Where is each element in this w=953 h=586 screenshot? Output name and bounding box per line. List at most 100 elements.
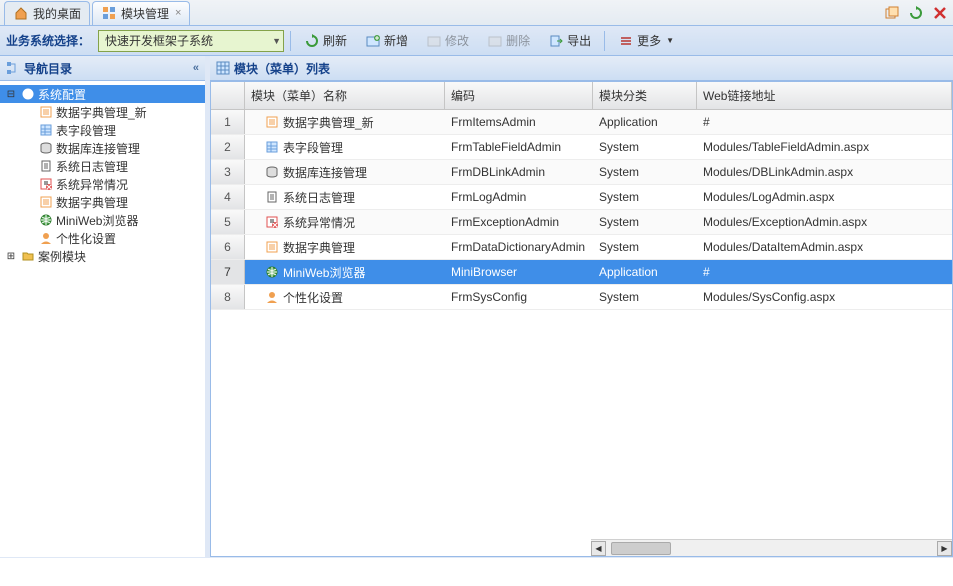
tree-label: 数据字典管理_新 — [56, 104, 147, 121]
db-icon — [38, 140, 54, 156]
tree-label: 个性化设置 — [56, 230, 116, 247]
export-button[interactable]: 导出 — [541, 30, 598, 52]
tree-node-0-4[interactable]: 系统异常情况 — [0, 175, 205, 193]
footer — [0, 557, 953, 581]
tree-node-0-7[interactable]: 个性化设置 — [0, 229, 205, 247]
tree-node-0-5[interactable]: 数据字典管理 — [0, 193, 205, 211]
button-label: 修改 — [445, 32, 469, 49]
table-row[interactable]: 4 系统日志管理 FrmLogAdmin System Modules/LogA… — [211, 185, 952, 210]
window-btn-1-icon[interactable] — [883, 4, 901, 22]
table-row[interactable]: 6 数据字典管理 FrmDataDictionaryAdmin System M… — [211, 235, 952, 260]
module-icon — [101, 5, 117, 21]
cell-code: FrmExceptionAdmin — [445, 215, 593, 229]
cell-url: Modules/DBLinkAdmin.aspx — [697, 165, 952, 179]
main-panel: 模块（菜单）列表 模块（菜单）名称 编码 模块分类 Web链接地址 1 数据字典… — [210, 56, 953, 557]
cell-code: FrmTableFieldAdmin — [445, 140, 593, 154]
more-button[interactable]: 更多 ▼ — [611, 30, 681, 52]
window-buttons — [883, 4, 949, 22]
list-icon — [38, 104, 54, 120]
row-number[interactable]: 3 — [211, 160, 245, 184]
tab-module-mgmt[interactable]: 模块管理 × — [92, 1, 190, 25]
sidebar-title: 导航目录 — [24, 60, 72, 77]
chevron-down-icon: ▼ — [666, 36, 674, 45]
edit-icon — [426, 33, 442, 49]
tab-close-icon[interactable]: × — [175, 7, 181, 19]
list-icon — [265, 240, 279, 254]
scroll-right-icon[interactable]: ▶ — [937, 541, 952, 556]
refresh-button[interactable]: 刷新 — [297, 30, 354, 52]
tree-node-0[interactable]: ⊟系统配置 — [0, 85, 205, 103]
table-row[interactable]: 8 个性化设置 FrmSysConfig System Modules/SysC… — [211, 285, 952, 310]
tree-node-0-0[interactable]: 数据字典管理_新 — [0, 103, 205, 121]
button-label: 刷新 — [323, 32, 347, 49]
cell-category: System — [593, 140, 697, 154]
grid-body: 1 数据字典管理_新 FrmItemsAdmin Application #2 … — [211, 110, 952, 539]
row-number[interactable]: 5 — [211, 210, 245, 234]
cell-category: Application — [593, 115, 697, 129]
refresh-icon[interactable] — [907, 4, 925, 22]
tab-label: 我的桌面 — [33, 5, 81, 22]
table-row[interactable]: 1 数据字典管理_新 FrmItemsAdmin Application # — [211, 110, 952, 135]
cell-name: MiniWeb浏览器 — [245, 264, 445, 281]
row-number[interactable]: 4 — [211, 185, 245, 209]
tab-label: 模块管理 — [121, 5, 169, 22]
cell-name: 数据字典管理_新 — [245, 114, 445, 131]
cell-category: System — [593, 240, 697, 254]
edit-button: 修改 — [419, 30, 476, 52]
toolbar: 业务系统选择： 快速开发框架子系统 ▼ 刷新 新增 修改 删除 导出 更多 ▼ — [0, 26, 953, 56]
cell-code: FrmItemsAdmin — [445, 115, 593, 129]
close-icon[interactable] — [931, 4, 949, 22]
add-icon — [365, 33, 381, 49]
col-category[interactable]: 模块分类 — [593, 82, 697, 109]
col-name[interactable]: 模块（菜单）名称 — [245, 82, 445, 109]
grid-header: 模块（菜单）列表 — [210, 56, 953, 81]
grid-column-headers: 模块（菜单）名称 编码 模块分类 Web链接地址 — [211, 82, 952, 110]
log-icon — [265, 190, 279, 204]
tree-label: MiniWeb浏览器 — [56, 212, 138, 229]
tree-label: 系统异常情况 — [56, 176, 128, 193]
row-number[interactable]: 7 — [211, 260, 245, 284]
row-number[interactable]: 8 — [211, 285, 245, 309]
table-row[interactable]: 7 MiniWeb浏览器 MiniBrowser Application # — [211, 260, 952, 285]
tab-desktop[interactable]: 我的桌面 — [4, 1, 90, 25]
row-number[interactable]: 1 — [211, 110, 245, 134]
cell-category: System — [593, 165, 697, 179]
collapse-icon[interactable]: « — [193, 62, 199, 74]
table-row[interactable]: 5 系统异常情况 FrmExceptionAdmin System Module… — [211, 210, 952, 235]
tree-node-0-2[interactable]: 数据库连接管理 — [0, 139, 205, 157]
tree-node-0-6[interactable]: MiniWeb浏览器 — [0, 211, 205, 229]
grid-title: 模块（菜单）列表 — [234, 60, 330, 77]
row-number[interactable]: 6 — [211, 235, 245, 259]
tree-label: 数据字典管理 — [56, 194, 128, 211]
globe-icon — [38, 212, 54, 228]
home-icon — [13, 5, 29, 21]
user-icon — [265, 290, 279, 304]
cell-url: # — [697, 265, 952, 279]
cell-name: 数据字典管理 — [245, 239, 445, 256]
cell-category: System — [593, 290, 697, 304]
tree-node-0-1[interactable]: 表字段管理 — [0, 121, 205, 139]
horizontal-scrollbar[interactable]: ◀ ▶ — [591, 539, 952, 556]
rownum-header[interactable] — [211, 82, 245, 109]
add-button[interactable]: 新增 — [358, 30, 415, 52]
button-label: 删除 — [506, 32, 530, 49]
log-icon — [38, 158, 54, 174]
system-select-combo[interactable]: 快速开发框架子系统 ▼ — [98, 30, 284, 52]
tree-node-0-3[interactable]: 系统日志管理 — [0, 157, 205, 175]
table-row[interactable]: 3 数据库连接管理 FrmDBLinkAdmin System Modules/… — [211, 160, 952, 185]
col-code[interactable]: 编码 — [445, 82, 593, 109]
table-row[interactable]: 2 表字段管理 FrmTableFieldAdmin System Module… — [211, 135, 952, 160]
scroll-left-icon[interactable]: ◀ — [591, 541, 606, 556]
col-url[interactable]: Web链接地址 — [697, 82, 952, 109]
tree-node-1[interactable]: ⊞案例模块 — [0, 247, 205, 265]
expand-icon[interactable]: ⊞ — [4, 251, 18, 262]
button-label: 导出 — [567, 32, 591, 49]
scroll-thumb[interactable] — [611, 542, 671, 555]
grid-icon — [38, 122, 54, 138]
cell-url: # — [697, 115, 952, 129]
row-number[interactable]: 2 — [211, 135, 245, 159]
data-grid: 模块（菜单）名称 编码 模块分类 Web链接地址 1 数据字典管理_新 FrmI… — [210, 81, 953, 557]
collapse-icon[interactable]: ⊟ — [4, 89, 18, 100]
cell-name: 系统日志管理 — [245, 189, 445, 206]
sidebar: 导航目录 « ⊟系统配置数据字典管理_新表字段管理数据库连接管理系统日志管理系统… — [0, 56, 210, 557]
